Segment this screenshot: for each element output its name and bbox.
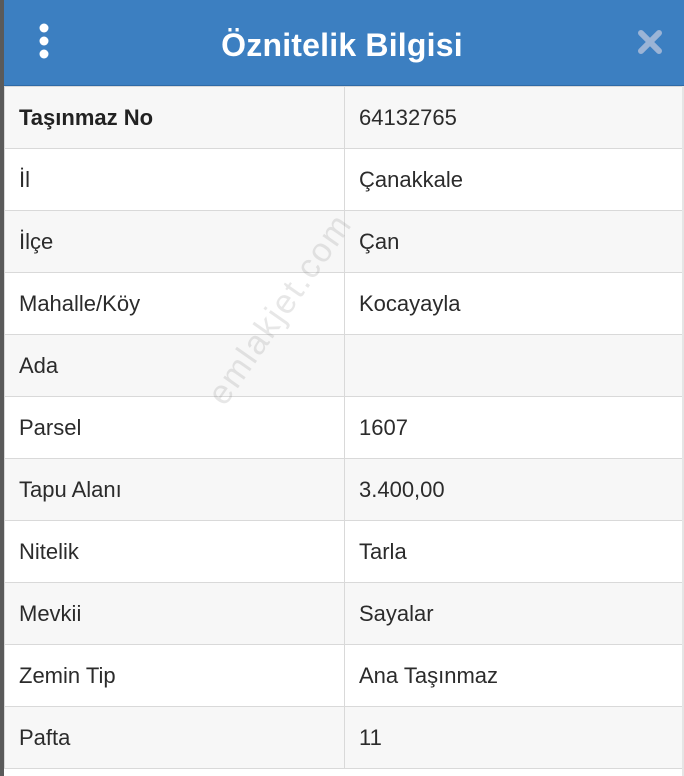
- table-row: İlçe Çan: [4, 210, 683, 273]
- row-key: Mahalle/Köy: [4, 272, 345, 335]
- row-value: [344, 334, 683, 397]
- row-value: Tarla: [344, 520, 683, 583]
- row-value: Çanakkale: [344, 148, 683, 211]
- table-row: İl Çanakkale: [4, 148, 683, 211]
- left-edge-border: [0, 0, 4, 776]
- row-key: Parsel: [4, 396, 345, 459]
- attribute-info-panel: Öznitelik Bilgisi Taşınmaz No 64132765 İ…: [0, 0, 684, 776]
- close-icon: [638, 30, 662, 54]
- table-row: Zemin Tip Ana Taşınmaz: [4, 644, 683, 707]
- row-value: Çan: [344, 210, 683, 273]
- row-key: Taşınmaz No: [4, 86, 345, 149]
- table-row: Parsel 1607: [4, 396, 683, 459]
- row-key: Tapu Alanı: [4, 458, 345, 521]
- row-value: 3.400,00: [344, 458, 683, 521]
- row-key: Zemin Tip: [4, 644, 345, 707]
- row-key: Pafta: [4, 706, 345, 769]
- row-key: Nitelik: [4, 520, 345, 583]
- table-row: Pafta 11: [4, 706, 683, 769]
- attribute-table-container: Taşınmaz No 64132765 İl Çanakkale İlçe Ç…: [4, 86, 683, 776]
- panel-title: Öznitelik Bilgisi: [221, 27, 463, 63]
- row-value: Sayalar: [344, 582, 683, 645]
- panel-header: Öznitelik Bilgisi: [0, 0, 684, 86]
- attribute-table: Taşınmaz No 64132765 İl Çanakkale İlçe Ç…: [4, 86, 683, 769]
- row-value: 11: [344, 706, 683, 769]
- row-value: Kocayayla: [344, 272, 683, 335]
- row-key: İl: [4, 148, 345, 211]
- close-button[interactable]: [634, 26, 666, 58]
- row-value: 1607: [344, 396, 683, 459]
- row-key: Mevkii: [4, 582, 345, 645]
- row-value: 64132765: [344, 86, 683, 149]
- table-row: Tapu Alanı 3.400,00: [4, 458, 683, 521]
- row-key: Ada: [4, 334, 345, 397]
- table-row: Mevkii Sayalar: [4, 582, 683, 645]
- table-row: Nitelik Tarla: [4, 520, 683, 583]
- row-value: Ana Taşınmaz: [344, 644, 683, 707]
- table-row: Mahalle/Köy Kocayayla: [4, 272, 683, 335]
- table-row: Taşınmaz No 64132765: [4, 86, 683, 149]
- row-key: İlçe: [4, 210, 345, 273]
- table-row: Ada: [4, 334, 683, 397]
